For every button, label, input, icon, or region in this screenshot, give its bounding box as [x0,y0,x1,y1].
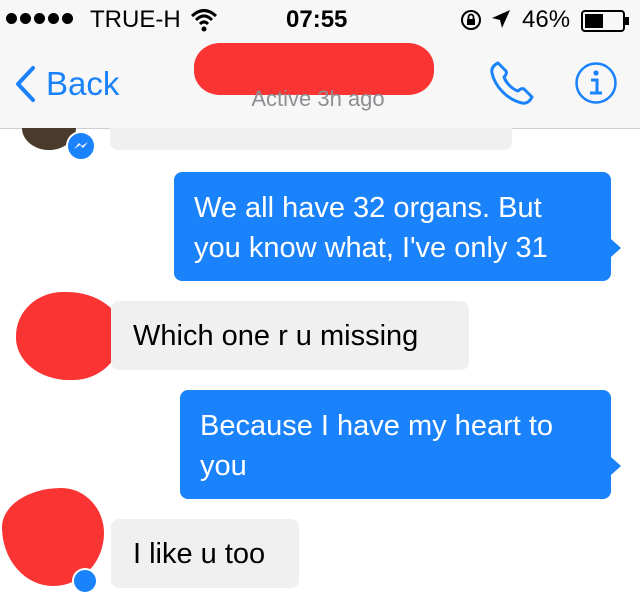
messenger-badge-icon [66,131,96,161]
signal-dots-icon [6,13,73,24]
carrier-name: TRUE-H [90,6,181,33]
message-bubble-incoming[interactable] [110,128,512,150]
status-bar: TRUE-H 07:55 46% [0,0,640,40]
message-line: We all have 32 organs. But [194,192,542,224]
battery-icon [581,10,629,32]
message-line: Which one r u missing [133,320,419,352]
avatar-redaction [16,292,122,380]
info-icon[interactable] [574,61,618,105]
message-bubble-outgoing[interactable]: We all have 32 organs. But you know what… [174,172,621,281]
messenger-badge-icon [72,568,98,594]
rotation-lock-icon [461,10,481,30]
message-line: you know what, I've only 31 [194,232,548,264]
clock: 07:55 [286,6,348,33]
active-status: Active 3h ago [251,86,385,111]
active-status-wrap: Active 3h ago [0,86,640,112]
message-list[interactable]: We all have 32 organs. But you know what… [0,128,640,607]
location-arrow-icon [492,10,510,28]
message-line: you [200,450,247,482]
message-line: I like u too [133,538,266,570]
conversation-header: Back Active 3h ago [0,40,640,129]
message-bubble-incoming[interactable]: Which one r u missing [111,301,469,370]
message-line: Because I have my heart to [200,410,554,442]
message-bubble-incoming[interactable]: I like u too [111,519,299,588]
battery-percentage: 46% [522,6,571,33]
phone-icon[interactable] [488,59,538,107]
wifi-icon [190,9,218,32]
message-bubble-outgoing[interactable]: Because I have my heart to you [180,390,621,499]
